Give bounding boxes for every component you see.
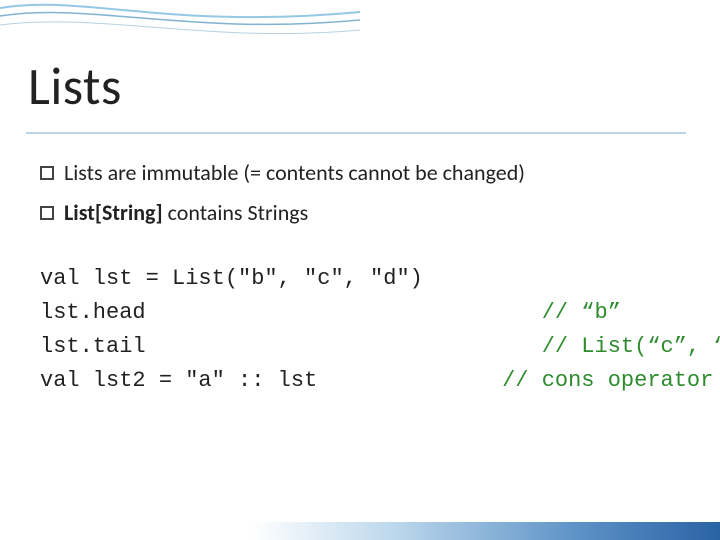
- bullet-2-text: List[String] contains Strings: [64, 196, 308, 230]
- code-l4-comment: // cons operator: [502, 368, 713, 393]
- bullet-2-post: contains Strings: [163, 199, 309, 226]
- code-l2-comment: // “b”: [542, 300, 621, 325]
- code-l4: val lst2 = "a" :: lst: [40, 368, 317, 393]
- code-l2: lst.head: [40, 300, 146, 325]
- slide-title: Lists: [28, 54, 122, 118]
- bullet-2: List[String] contains Strings: [40, 196, 680, 230]
- code-l3: lst.tail: [40, 334, 146, 359]
- bullet-1: Lists are immutable (= contents cannot b…: [40, 156, 680, 190]
- body-text: Lists are immutable (= contents cannot b…: [40, 156, 680, 236]
- code-l3-comment: // List(“c”, “d”): [542, 334, 720, 359]
- code-l1: val lst = List("b", "c", "d"): [40, 266, 423, 291]
- bullet-marker-icon: [40, 166, 54, 180]
- code-block: val lst = List("b", "c", "d") lst.head /…: [40, 262, 720, 398]
- bottom-accent-bar: [0, 522, 720, 540]
- bullet-2-bold: List[String]: [64, 199, 163, 226]
- decorative-wave: [0, 0, 360, 60]
- slide: Lists Lists are immutable (= contents ca…: [0, 0, 720, 540]
- bullet-1-text: Lists are immutable (= contents cannot b…: [64, 156, 525, 190]
- title-underline: [26, 132, 686, 134]
- bullet-marker-icon: [40, 206, 54, 220]
